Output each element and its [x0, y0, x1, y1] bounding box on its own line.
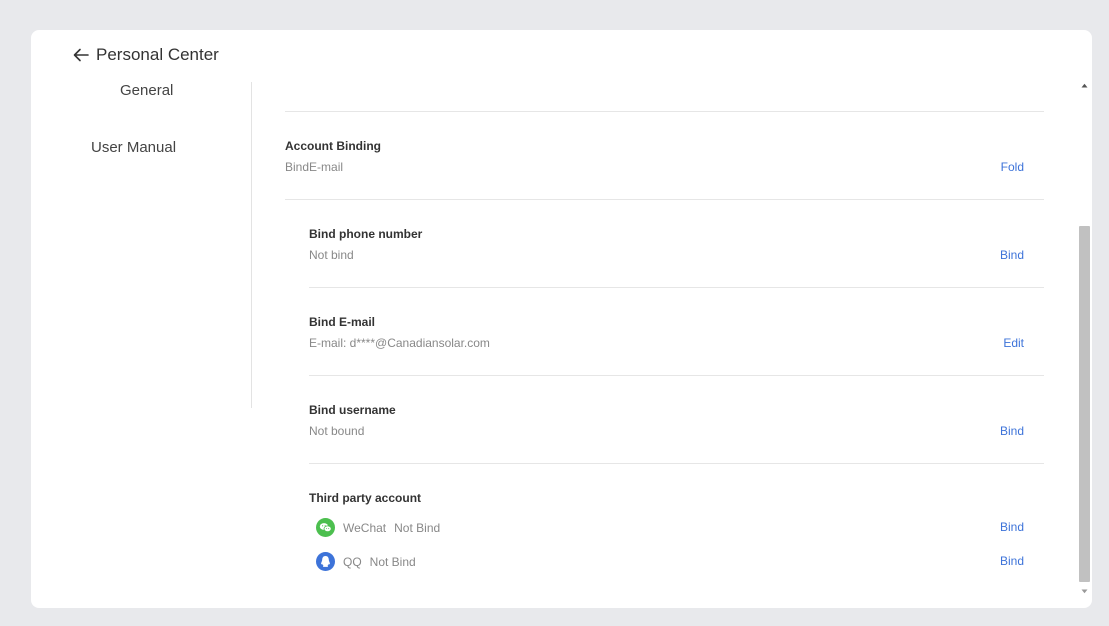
scroll-up-arrow-icon[interactable]: [1077, 78, 1091, 92]
divider: [309, 287, 1044, 288]
third-party-row-qq: QQ Not Bind: [316, 552, 416, 571]
bind-username-button[interactable]: Bind: [1000, 424, 1024, 438]
divider: [285, 199, 1044, 200]
bind-username-title: Bind username: [309, 403, 396, 417]
wechat-icon: [316, 518, 335, 537]
third-party-row-wechat: WeChat Not Bind: [316, 518, 440, 537]
divider: [285, 111, 1044, 112]
divider: [309, 375, 1044, 376]
divider: [309, 463, 1044, 464]
bind-username-status: Not bound: [309, 424, 365, 438]
wechat-status: Not Bind: [394, 520, 441, 535]
personal-center-panel: Personal Center General User Manual Acco…: [31, 30, 1092, 608]
wechat-label: WeChat: [343, 520, 387, 535]
vertical-scrollbar[interactable]: [1077, 78, 1091, 598]
bind-email-title: Bind E-mail: [309, 315, 376, 329]
bind-wechat-button[interactable]: Bind: [1000, 520, 1024, 534]
edit-email-button[interactable]: Edit: [1003, 336, 1024, 350]
bind-phone-button[interactable]: Bind: [1000, 248, 1024, 262]
fold-button[interactable]: Fold: [1001, 160, 1024, 174]
bind-qq-button[interactable]: Bind: [1000, 554, 1024, 568]
qq-icon: [316, 552, 335, 571]
qq-status: Not Bind: [369, 554, 416, 569]
bind-phone-title: Bind phone number: [309, 227, 423, 241]
third-party-title: Third party account: [309, 491, 422, 505]
qq-label: QQ: [343, 554, 362, 569]
bind-email-value: E-mail: d****@Canadiansolar.com: [309, 336, 490, 350]
account-binding-title: Account Binding: [285, 139, 381, 153]
bind-phone-status: Not bind: [309, 248, 354, 262]
content-area: Account Binding BindE-mail Fold Bind pho…: [31, 30, 1071, 608]
scroll-down-arrow-icon[interactable]: [1077, 584, 1091, 598]
account-binding-subtitle: BindE-mail: [285, 160, 344, 174]
scroll-thumb[interactable]: [1079, 226, 1090, 582]
